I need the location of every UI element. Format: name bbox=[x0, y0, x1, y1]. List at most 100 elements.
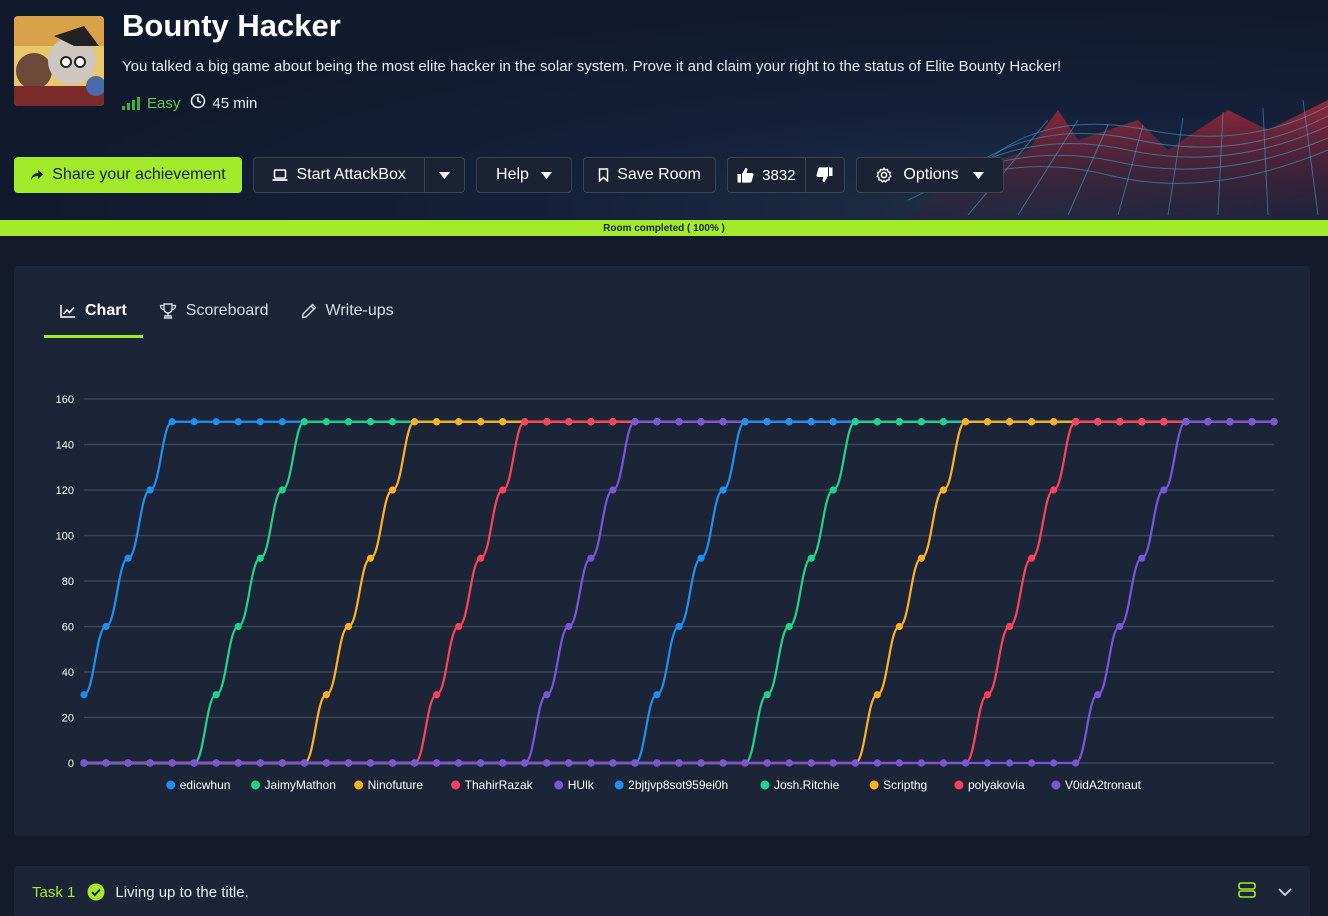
legend-marker bbox=[954, 780, 964, 790]
data-point bbox=[521, 759, 529, 767]
thumbs-up-icon bbox=[737, 167, 754, 183]
data-point bbox=[322, 418, 331, 426]
data-point bbox=[675, 622, 683, 631]
data-point bbox=[939, 486, 948, 494]
data-point bbox=[807, 418, 815, 426]
data-point bbox=[146, 486, 154, 494]
data-point bbox=[1027, 418, 1036, 426]
room-progress-label: Room completed ( 100% ) bbox=[603, 222, 725, 234]
data-point bbox=[895, 759, 903, 767]
data-point bbox=[410, 418, 419, 426]
data-point bbox=[432, 759, 441, 767]
data-point bbox=[1027, 554, 1036, 562]
data-point bbox=[741, 759, 749, 767]
data-point bbox=[477, 554, 485, 562]
data-point bbox=[190, 418, 198, 426]
save-room-button[interactable]: Save Room bbox=[583, 157, 716, 193]
data-point bbox=[917, 418, 926, 426]
data-point bbox=[829, 759, 837, 767]
data-point bbox=[565, 759, 573, 767]
data-point bbox=[851, 759, 859, 767]
start-attackbox-label: Start AttackBox bbox=[296, 166, 406, 183]
room-title: Bounty Hacker bbox=[122, 8, 341, 43]
options-button[interactable]: Options bbox=[856, 157, 1004, 193]
room-meta: Easy 45 min bbox=[122, 93, 257, 113]
data-point bbox=[587, 554, 595, 562]
data-point bbox=[80, 691, 88, 699]
data-point bbox=[719, 486, 727, 494]
legend-marker bbox=[760, 780, 770, 790]
data-point bbox=[455, 622, 463, 631]
attackbox-dropdown-toggle[interactable] bbox=[424, 158, 464, 192]
data-point bbox=[1138, 418, 1146, 426]
room-stats-panel: 0 20 40 60 80 100 120 140 160 edicwhun JaimyMathon… bbox=[14, 266, 1310, 836]
y-tick-label: 140 bbox=[56, 440, 74, 452]
data-point bbox=[719, 759, 727, 767]
data-point bbox=[1204, 418, 1212, 426]
data-point bbox=[146, 759, 154, 767]
data-point bbox=[939, 759, 948, 767]
y-tick-label: 80 bbox=[62, 576, 74, 588]
data-point bbox=[278, 418, 286, 426]
data-point bbox=[1116, 622, 1124, 631]
data-point bbox=[983, 691, 992, 699]
legend-label: ThahirRazak bbox=[465, 778, 534, 792]
data-point bbox=[102, 622, 110, 631]
y-tick-label: 0 bbox=[68, 758, 74, 770]
data-point bbox=[741, 418, 749, 426]
data-point bbox=[366, 418, 375, 426]
data-point bbox=[565, 418, 573, 426]
data-point bbox=[697, 418, 705, 426]
data-point bbox=[1005, 759, 1014, 767]
room-progress-bar: Room completed ( 100% ) bbox=[0, 220, 1328, 236]
series-line-JaimyMathon bbox=[84, 420, 1274, 765]
thumbs-down-icon bbox=[816, 167, 833, 183]
legend-marker bbox=[554, 780, 564, 790]
chevron-down-icon bbox=[540, 171, 552, 179]
data-point bbox=[124, 554, 132, 562]
data-point bbox=[939, 418, 948, 426]
share-achievement-button[interactable]: Share your achievement bbox=[14, 157, 242, 193]
task-accordion-header[interactable]: Task 1 Living up to the title. bbox=[14, 866, 1310, 916]
series-line-ThahirRazak bbox=[84, 420, 1274, 765]
data-point bbox=[675, 418, 683, 426]
data-point bbox=[785, 622, 793, 631]
stats-tabs: Chart Scoreboard Write-ups bbox=[44, 298, 410, 338]
like-button[interactable]: 3832 bbox=[728, 158, 805, 192]
data-point bbox=[1005, 622, 1014, 631]
data-point bbox=[873, 418, 881, 426]
data-point bbox=[499, 759, 507, 767]
start-attackbox-button[interactable]: Start AttackBox bbox=[254, 158, 424, 192]
data-point bbox=[763, 691, 771, 699]
tab-scoreboard[interactable]: Scoreboard bbox=[143, 298, 285, 336]
data-point bbox=[873, 691, 881, 699]
data-point bbox=[1050, 418, 1058, 426]
legend-label: edicwhun bbox=[180, 778, 231, 792]
tab-write-ups[interactable]: Write-ups bbox=[285, 298, 410, 336]
share-arrow-icon bbox=[30, 168, 44, 182]
data-point bbox=[653, 418, 661, 426]
tab-chart[interactable]: Chart bbox=[44, 298, 143, 338]
laptop-icon bbox=[272, 168, 288, 182]
chevron-down-icon[interactable] bbox=[1278, 884, 1292, 902]
series-line-Scripthg bbox=[84, 420, 1274, 765]
series-line-polyakovia bbox=[84, 420, 1274, 765]
data-point bbox=[1182, 418, 1190, 426]
dislike-button[interactable] bbox=[804, 158, 844, 192]
data-point bbox=[278, 759, 286, 767]
legend-label: HUlk bbox=[568, 778, 595, 792]
data-point bbox=[234, 418, 242, 426]
server-icon[interactable] bbox=[1238, 882, 1256, 903]
help-button[interactable]: Help bbox=[476, 157, 572, 193]
data-point bbox=[102, 759, 110, 767]
data-point bbox=[763, 759, 771, 767]
data-point bbox=[807, 759, 815, 767]
help-label: Help bbox=[496, 166, 529, 183]
data-point bbox=[388, 418, 397, 426]
y-tick-label: 160 bbox=[56, 394, 74, 406]
data-point bbox=[455, 759, 463, 767]
legend-marker bbox=[614, 780, 624, 790]
task-number: Task 1 bbox=[32, 883, 76, 901]
chevron-down-icon bbox=[439, 171, 451, 179]
data-point bbox=[1160, 486, 1168, 494]
